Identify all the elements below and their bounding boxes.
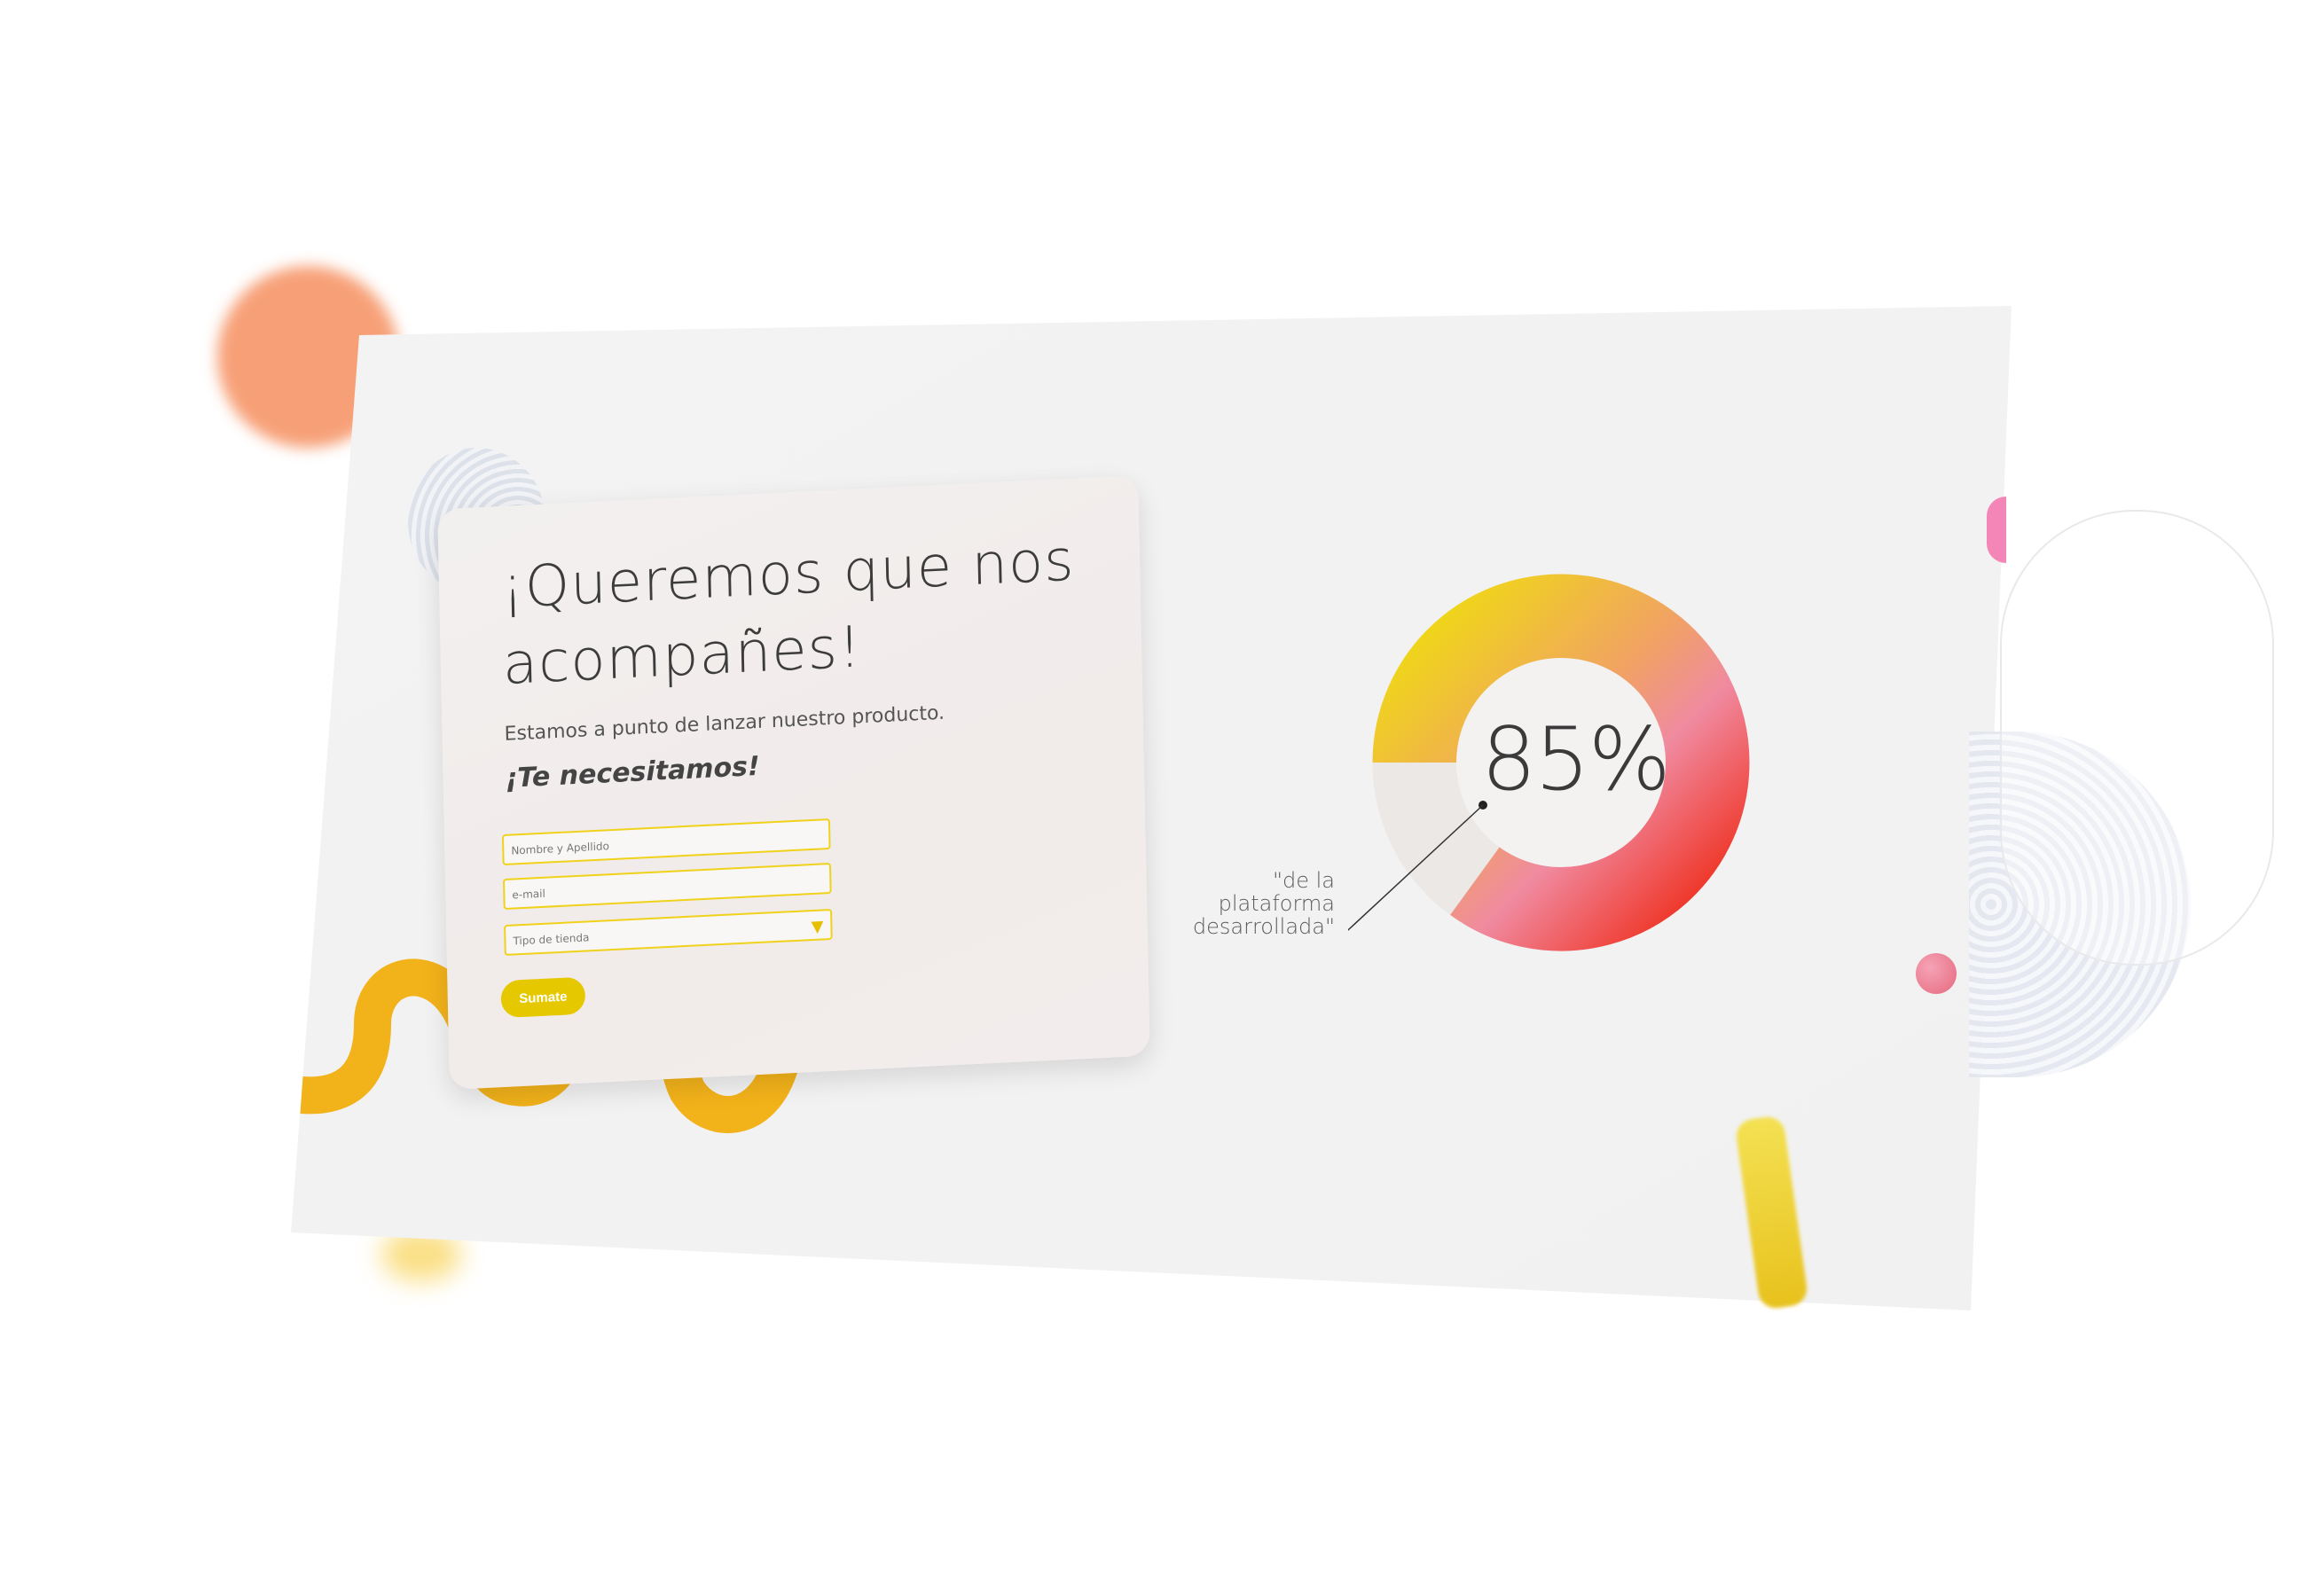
decorative-pill-outline	[2000, 510, 2274, 966]
name-input[interactable]: Nombre y Apellido	[501, 818, 831, 866]
store-type-select[interactable]: Tipo de tienda ▼	[504, 908, 833, 956]
signup-card: ¡Queremos que nos acompañes! Estamos a p…	[437, 474, 1150, 1091]
pink-decorative-dot	[1916, 953, 1957, 994]
progress-percentage: 85%	[1481, 709, 1671, 810]
background-panel	[291, 306, 2012, 1310]
email-input[interactable]: e-mail	[503, 862, 832, 911]
store-type-placeholder: Tipo de tienda	[513, 931, 590, 948]
dropdown-arrow-icon[interactable]: ▼	[811, 911, 824, 943]
pink-decorative-shape	[1987, 497, 2006, 563]
email-input-placeholder: e-mail	[512, 887, 545, 902]
subtitle: Estamos a punto de lanzar nuestro produc…	[504, 701, 945, 746]
call-to-action-text: ¡Te necesitamos!	[505, 750, 761, 794]
name-input-placeholder: Nombre y Apellido	[511, 840, 610, 857]
progress-caption: "de la plataforma desarrollada"	[1192, 868, 1335, 939]
slide-stage: ¡Queremos que nos acompañes! Estamos a p…	[0, 0, 2306, 1596]
headline: ¡Queremos que nos acompañes!	[500, 528, 1076, 698]
submit-button[interactable]: Sumate	[500, 976, 586, 1019]
